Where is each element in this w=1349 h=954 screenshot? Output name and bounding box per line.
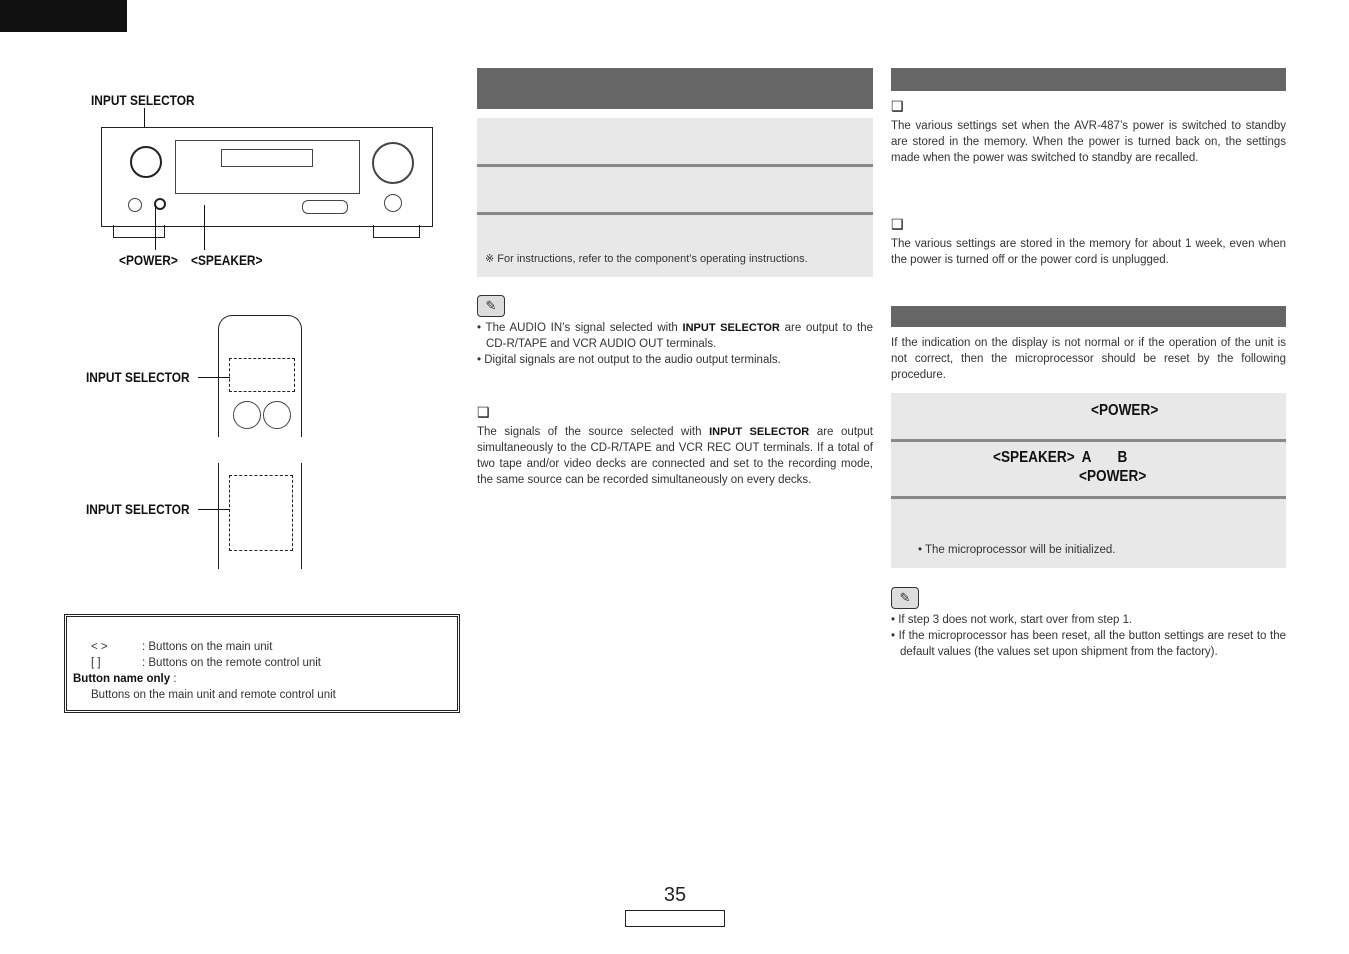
remote-illustration-bottom	[218, 463, 302, 569]
legend-remote-unit: : Buttons on the remote control unit	[142, 657, 321, 669]
legend-main-unit: : Buttons on the main unit	[142, 641, 273, 653]
volume-knob	[372, 142, 414, 184]
legend-name-only: Button name only	[73, 673, 171, 685]
speaker-ab-label: <SPEAKER> A B	[993, 449, 1128, 466]
power-label: <POWER>	[119, 252, 178, 268]
display-panel	[175, 140, 360, 194]
input-selector-knob	[130, 146, 162, 178]
init-note: • The microprocessor will be initialized…	[918, 544, 1116, 556]
checkbox-icon: ❑	[477, 404, 490, 420]
section-header-bar	[477, 68, 873, 109]
reset-step-2: <SPEAKER> A B <POWER>	[891, 442, 1286, 496]
note-list: • The AUDIO IN’s signal selected with IN…	[477, 322, 873, 366]
checkbox-icon: ❑	[891, 216, 904, 232]
note-pencil-icon: ✎	[891, 587, 919, 609]
power-button-icon	[128, 198, 142, 212]
square-bracket-symbol: [ ]	[91, 657, 101, 669]
input-selector-label: INPUT SELECTOR	[91, 92, 195, 108]
step-1	[477, 118, 873, 164]
power-label: <POWER>	[1079, 468, 1147, 485]
page-footer-box	[625, 910, 725, 927]
reset-step-3: • The microprocessor will be initialized…	[891, 499, 1286, 568]
footnote: ※ For instructions, refer to the compone…	[485, 253, 808, 265]
backup-paragraph: The various settings are stored in the m…	[891, 238, 1286, 266]
page-number: 35	[663, 884, 687, 906]
language-tab	[0, 0, 127, 32]
legend-both-units: Buttons on the main unit and remote cont…	[91, 689, 336, 701]
step-3: ※ For instructions, refer to the compone…	[477, 215, 873, 277]
step-2	[477, 167, 873, 212]
checkbox-icon: ❑	[891, 98, 904, 114]
power-label: <POWER>	[1091, 402, 1159, 419]
input-selector-label-remote1: INPUT SELECTOR	[86, 369, 190, 385]
reset-step-1: <POWER>	[891, 393, 1286, 439]
note-pencil-icon: ✎	[477, 295, 505, 317]
remote-illustration-top	[218, 315, 302, 437]
angle-bracket-symbol: < >	[91, 641, 108, 653]
recording-paragraph: The signals of the source selected with …	[477, 426, 873, 486]
reset-paragraph: If the indication on the display is not …	[891, 337, 1286, 381]
reset-notes: • If step 3 does not work, start over fr…	[891, 614, 1286, 658]
section-header-bar-right	[891, 68, 1286, 91]
speaker-label: <SPEAKER>	[191, 252, 263, 268]
main-unit-illustration	[101, 127, 433, 227]
section-header-bar-reset	[891, 306, 1286, 327]
memory-paragraph: The various settings set when the AVR-48…	[891, 120, 1286, 164]
legend-box: < > : Buttons on the main unit [ ] : But…	[64, 614, 460, 713]
button-cluster	[302, 200, 348, 214]
input-selector-label-remote2: INPUT SELECTOR	[86, 501, 190, 517]
colon: :	[170, 673, 177, 685]
